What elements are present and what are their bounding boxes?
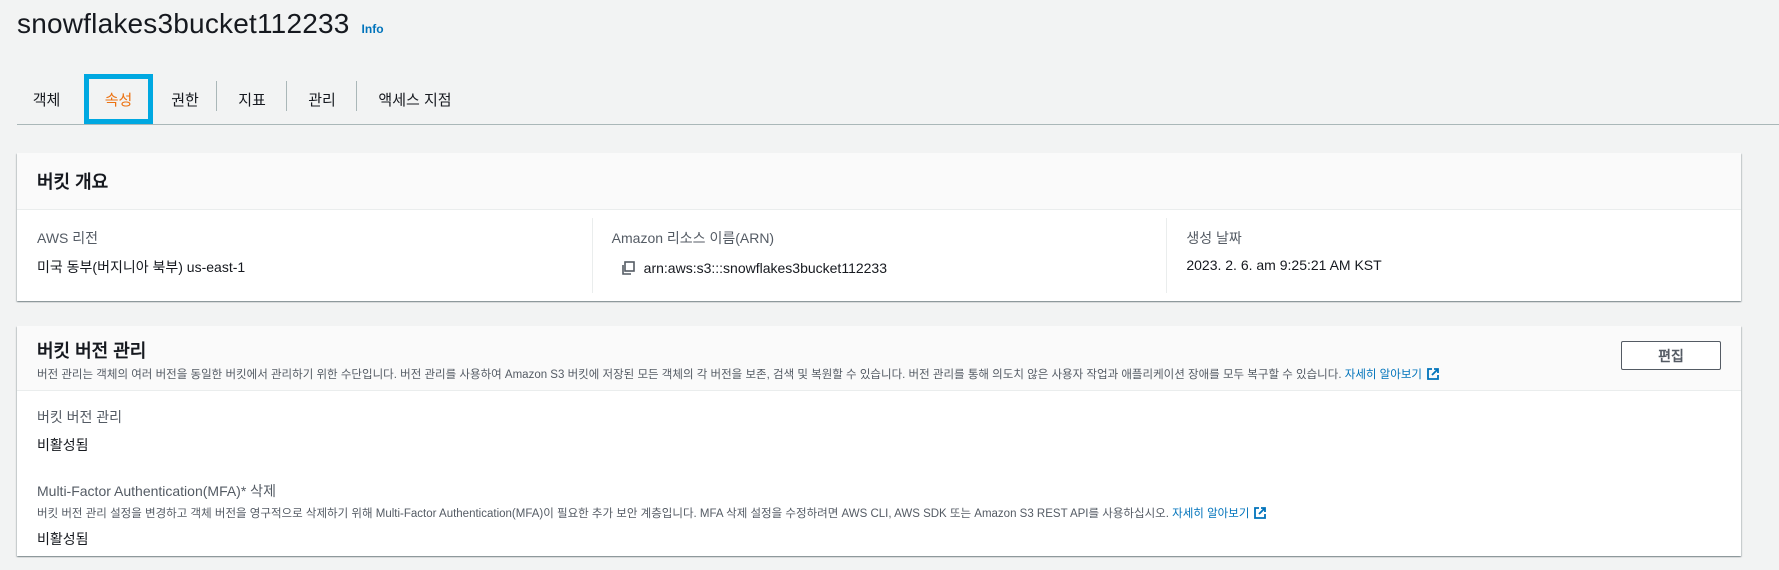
arn-row: arn:aws:s3:::snowflakes3bucket112233 [612, 260, 1147, 276]
info-link[interactable]: Info [362, 22, 384, 36]
mfa-description-text: 버킷 버전 관리 설정을 변경하고 객체 버전을 영구적으로 삭제하기 위해 M… [37, 508, 1169, 520]
bucket-versioning-header: 버킷 버전 관리 버전 관리는 객체의 여러 버전을 동일한 버킷에서 관리하기… [17, 326, 1741, 391]
bucket-versioning-description: 버전 관리는 객체의 여러 버전을 동일한 버킷에서 관리하기 위한 수단입니다… [37, 366, 1721, 382]
bucket-versioning-title: 버킷 버전 관리 [37, 341, 147, 361]
tab-label: 지표 [238, 91, 266, 109]
arn-label: Amazon 리소스 이름(ARN) [611, 230, 775, 246]
bucket-overview-title: 버킷 개요 [37, 172, 109, 192]
versioning-status-value: 비활성됨 [37, 437, 89, 453]
page-header: snowflakes3bucket112233 Info [17, 8, 384, 40]
bucket-overview-panel: 버킷 개요 AWS 리전 미국 동부(버지니아 북부) us-east-1 Am… [17, 153, 1741, 301]
copy-icon[interactable] [620, 260, 636, 276]
edit-button[interactable]: 편집 [1621, 341, 1721, 370]
tab-bar: 객체 속성 권한 지표 관리 액세스 지점 [17, 74, 1779, 125]
external-link-icon [1426, 367, 1440, 381]
mfa-delete-value: 비활성됨 [37, 531, 89, 547]
tab-properties[interactable]: 속성 [84, 74, 153, 124]
learn-more-label: 자세히 알아보기 [1344, 369, 1422, 381]
tab-highlight-box [84, 74, 153, 124]
tab-label: 액세스 지점 [378, 91, 452, 109]
bucket-overview-header: 버킷 개요 [17, 153, 1741, 210]
mfa-learn-more-label: 자세히 알아보기 [1172, 508, 1250, 520]
external-link-icon [1253, 506, 1267, 520]
tab-management[interactable]: 관리 [287, 74, 357, 124]
learn-more-link[interactable]: 자세히 알아보기 [1344, 367, 1440, 381]
bucket-overview-body: AWS 리전 미국 동부(버지니아 북부) us-east-1 Amazon 리… [17, 210, 1741, 301]
description-text: 버전 관리는 객체의 여러 버전을 동일한 버킷에서 관리하기 위한 수단입니다… [37, 369, 1342, 381]
region-label: AWS 리전 [37, 230, 99, 246]
region-field: AWS 리전 미국 동부(버지니아 북부) us-east-1 [17, 210, 592, 301]
creation-date-field: 생성 날짜 2023. 2. 6. am 9:25:21 AM KST [1166, 210, 1741, 301]
arn-field: Amazon 리소스 이름(ARN) arn:aws:s3:::snowflak… [591, 210, 1167, 301]
tab-objects[interactable]: 객체 [17, 74, 76, 124]
bucket-versioning-panel: 버킷 버전 관리 버전 관리는 객체의 여러 버전을 동일한 버킷에서 관리하기… [17, 326, 1741, 556]
mfa-delete-field: Multi-Factor Authentication(MFA)* 삭제 버킷 … [37, 481, 1721, 549]
tab-metrics[interactable]: 지표 [217, 74, 287, 124]
tab-label: 객체 [32, 91, 61, 109]
page-title: snowflakes3bucket112233 [17, 8, 350, 39]
region-value: 미국 동부(버지니아 북부) us-east-1 [37, 259, 246, 275]
mfa-delete-label: Multi-Factor Authentication(MFA)* 삭제 [37, 483, 276, 499]
creation-date-label: 생성 날짜 [1186, 230, 1242, 246]
tab-label: 권한 [171, 91, 199, 109]
versioning-status-label: 버킷 버전 관리 [37, 409, 123, 425]
tab-access-points[interactable]: 액세스 지점 [357, 74, 473, 124]
arn-value: arn:aws:s3:::snowflakes3bucket112233 [643, 260, 888, 276]
creation-date-value: 2023. 2. 6. am 9:25:21 AM KST [1186, 257, 1382, 273]
tab-label: 관리 [308, 91, 336, 109]
mfa-learn-more-link[interactable]: 자세히 알아보기 [1172, 506, 1267, 520]
bucket-versioning-body: 버킷 버전 관리 비활성됨 Multi-Factor Authenticatio… [17, 391, 1741, 565]
tab-permissions[interactable]: 권한 [153, 74, 217, 124]
mfa-delete-description: 버킷 버전 관리 설정을 변경하고 객체 버전을 영구적으로 삭제하기 위해 M… [37, 505, 1721, 521]
versioning-status-field: 버킷 버전 관리 비활성됨 [37, 407, 1721, 455]
